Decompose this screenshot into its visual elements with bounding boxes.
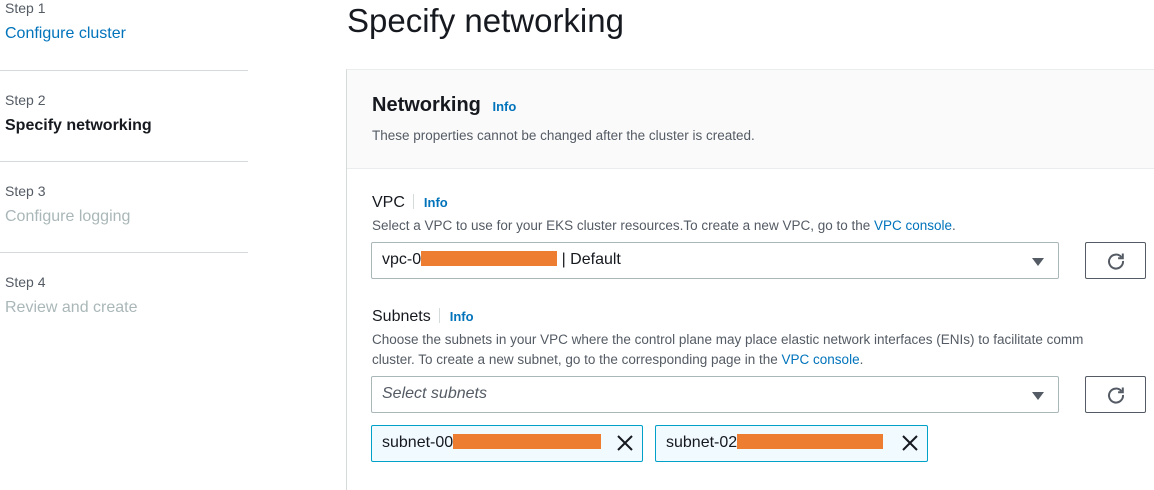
vpc-id-prefix: vpc-0 <box>382 251 422 268</box>
step-1-link[interactable]: Configure cluster <box>5 25 248 43</box>
subnets-vpc-console-link[interactable]: VPC console <box>782 352 860 367</box>
refresh-icon <box>1107 253 1124 269</box>
step-1: Step 1 Configure cluster <box>5 0 248 43</box>
step-divider <box>0 161 248 162</box>
page-title: Specify networking <box>347 2 624 39</box>
vpc-description-end: . <box>952 218 956 233</box>
redaction-bar <box>737 434 884 449</box>
subnets-description-line-1: Choose the subnets in your VPC where the… <box>372 332 1084 347</box>
subnet-token-label: subnet-00 <box>382 434 602 452</box>
step-divider <box>0 252 248 253</box>
subnets-description-line-2: cluster. To create a new subnet, go to t… <box>372 350 863 370</box>
vpc-refresh-button[interactable] <box>1085 242 1146 279</box>
vpc-description: Select a VPC to use for your EKS cluster… <box>372 216 956 236</box>
step-2-number: Step 2 <box>5 92 46 108</box>
step-4-title: Review and create <box>5 299 138 316</box>
subnets-refresh-button[interactable] <box>1085 376 1146 413</box>
vpc-id-suffix: | Default <box>561 251 621 268</box>
subnets-select-placeholder: Select subnets <box>382 385 487 402</box>
panel-heading-text: Networking <box>372 94 481 116</box>
vpc-select-value: vpc-0 | Default <box>382 251 621 269</box>
networking-info-link[interactable]: Info <box>492 99 516 114</box>
subnet-token: subnet-02 <box>655 425 928 462</box>
close-icon[interactable] <box>616 434 634 452</box>
step-2-title: Specify networking <box>5 117 152 134</box>
subnets-label-text: Subnets <box>372 308 431 325</box>
panel-description: These properties cannot be changed after… <box>372 128 755 143</box>
redaction-bar <box>421 251 558 266</box>
refresh-icon <box>1107 387 1124 403</box>
subnets-select[interactable]: Select subnets <box>371 376 1059 413</box>
vpc-select[interactable]: vpc-0 | Default <box>371 242 1059 279</box>
networking-panel: Networking Info These properties cannot … <box>346 69 1154 490</box>
subnet-token-label: subnet-02 <box>666 434 884 452</box>
panel-heading: Networking Info <box>372 94 516 117</box>
step-4: Step 4 Review and create <box>5 274 248 317</box>
subnet-id-prefix: subnet-02 <box>666 434 738 451</box>
step-1-number: Step 1 <box>5 0 46 16</box>
vpc-label: VPC Info <box>372 194 448 212</box>
step-divider <box>0 70 248 71</box>
step-3: Step 3 Configure logging <box>5 183 248 226</box>
subnet-id-prefix: subnet-00 <box>382 434 454 451</box>
vpc-info-link[interactable]: Info <box>424 195 448 210</box>
step-3-title: Configure logging <box>5 208 131 225</box>
subnets-info-link[interactable]: Info <box>450 309 474 324</box>
vpc-console-link[interactable]: VPC console <box>874 218 952 233</box>
subnets-description-text: cluster. To create a new subnet, go to t… <box>372 352 782 367</box>
caret-down-icon <box>1032 392 1044 400</box>
step-2: Step 2 Specify networking <box>5 92 248 135</box>
close-icon[interactable] <box>901 434 919 452</box>
vpc-label-text: VPC <box>372 194 405 211</box>
vpc-description-text: Select a VPC to use for your EKS cluster… <box>372 218 874 233</box>
panel-header: Networking Info These properties cannot … <box>347 70 1154 169</box>
step-3-number: Step 3 <box>5 183 46 199</box>
redaction-bar <box>453 434 602 449</box>
caret-down-icon <box>1032 258 1044 266</box>
subnet-token: subnet-00 <box>371 425 643 462</box>
subnets-description-end: . <box>859 352 864 367</box>
subnets-label: Subnets Info <box>372 308 474 326</box>
step-4-number: Step 4 <box>5 274 46 290</box>
